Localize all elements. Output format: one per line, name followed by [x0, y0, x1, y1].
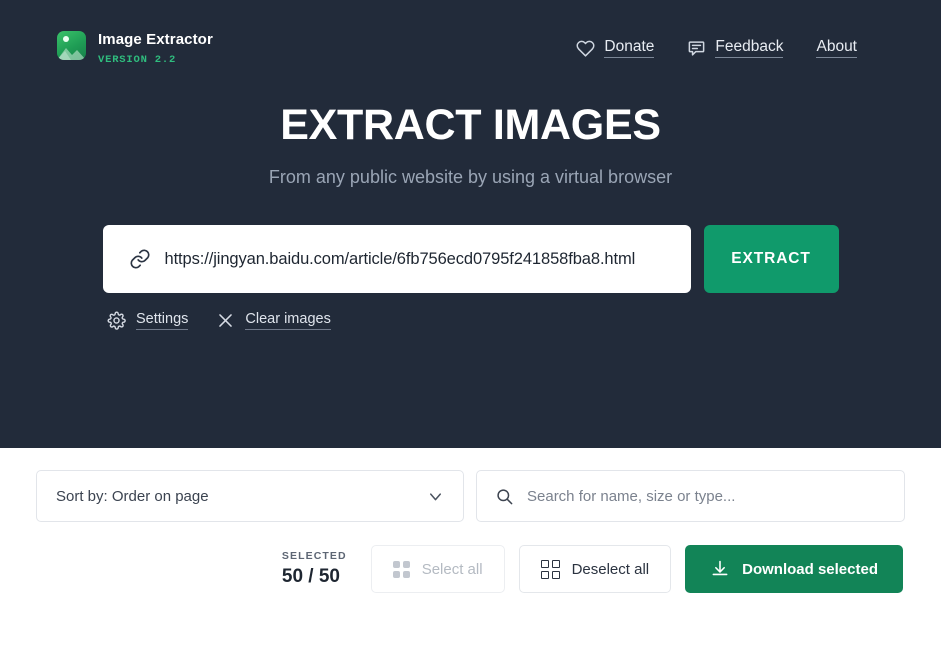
extract-button[interactable]: EXTRACT: [703, 225, 839, 293]
page-title: EXTRACT IMAGES: [280, 101, 661, 149]
sub-actions: Settings Clear images: [0, 311, 941, 330]
search-input[interactable]: [527, 487, 886, 505]
nav-label-about: About: [816, 38, 857, 58]
dot-grid-icon: [392, 560, 410, 578]
select-all-label: Select all: [421, 560, 483, 578]
brand-name: Image Extractor: [98, 31, 213, 48]
download-icon: [710, 559, 730, 579]
nav-label-donate: Donate: [604, 38, 655, 58]
controls-row: Sort by: Order on page: [36, 470, 905, 522]
close-icon: [216, 311, 235, 330]
selected-stat: SELECTED 50 / 50: [282, 549, 347, 589]
image-logo-icon: [57, 31, 86, 60]
settings-button[interactable]: Settings: [107, 311, 189, 330]
deselect-all-button[interactable]: Deselect all: [518, 545, 672, 593]
download-selected-button[interactable]: Download selected: [685, 545, 903, 593]
settings-label: Settings: [136, 311, 189, 330]
gear-icon: [107, 311, 126, 330]
nav-item-donate[interactable]: Donate: [576, 38, 655, 58]
results-panel: Sort by: Order on page SELECTED 50 / 50: [0, 448, 941, 593]
nav-label-feedback: Feedback: [715, 38, 784, 58]
brand-version: VERSION 2.2: [98, 54, 177, 66]
clear-images-label: Clear images: [245, 311, 331, 330]
main-nav: Donate Feedback About: [576, 38, 857, 58]
url-input[interactable]: [164, 249, 669, 269]
clear-images-button[interactable]: Clear images: [216, 311, 331, 330]
url-input-wrapper[interactable]: [102, 225, 691, 293]
search-icon: [495, 487, 514, 506]
brand[interactable]: Image Extractor VERSION 2.2: [57, 28, 213, 66]
deselect-all-label: Deselect all: [571, 560, 650, 578]
chevron-down-icon: [426, 487, 445, 506]
select-all-button[interactable]: Select all: [370, 545, 505, 593]
page-subtitle: From any public website by using a virtu…: [268, 167, 673, 187]
chat-bubble-icon: [687, 39, 706, 58]
nav-item-feedback[interactable]: Feedback: [687, 38, 784, 58]
link-icon: [129, 248, 151, 270]
selected-label: SELECTED: [281, 550, 347, 562]
url-form: EXTRACT: [0, 225, 941, 293]
mountain-shape-icon: [57, 48, 86, 60]
selection-action-row: SELECTED 50 / 50 Select all Deselect all: [36, 545, 905, 593]
top-bar: Image Extractor VERSION 2.2 Donate Feedb…: [0, 0, 941, 66]
sort-dropdown-label: Sort by: Order on page: [56, 487, 209, 505]
square-grid-icon: [540, 559, 560, 579]
sort-dropdown[interactable]: Sort by: Order on page: [36, 470, 464, 522]
hero-section: Image Extractor VERSION 2.2 Donate Feedb…: [0, 0, 941, 448]
heart-icon: [576, 39, 595, 58]
download-selected-label: Download selected: [742, 560, 878, 578]
selected-count: 50 / 50: [281, 566, 340, 587]
nav-item-about[interactable]: About: [816, 38, 857, 58]
search-box[interactable]: [476, 470, 905, 522]
